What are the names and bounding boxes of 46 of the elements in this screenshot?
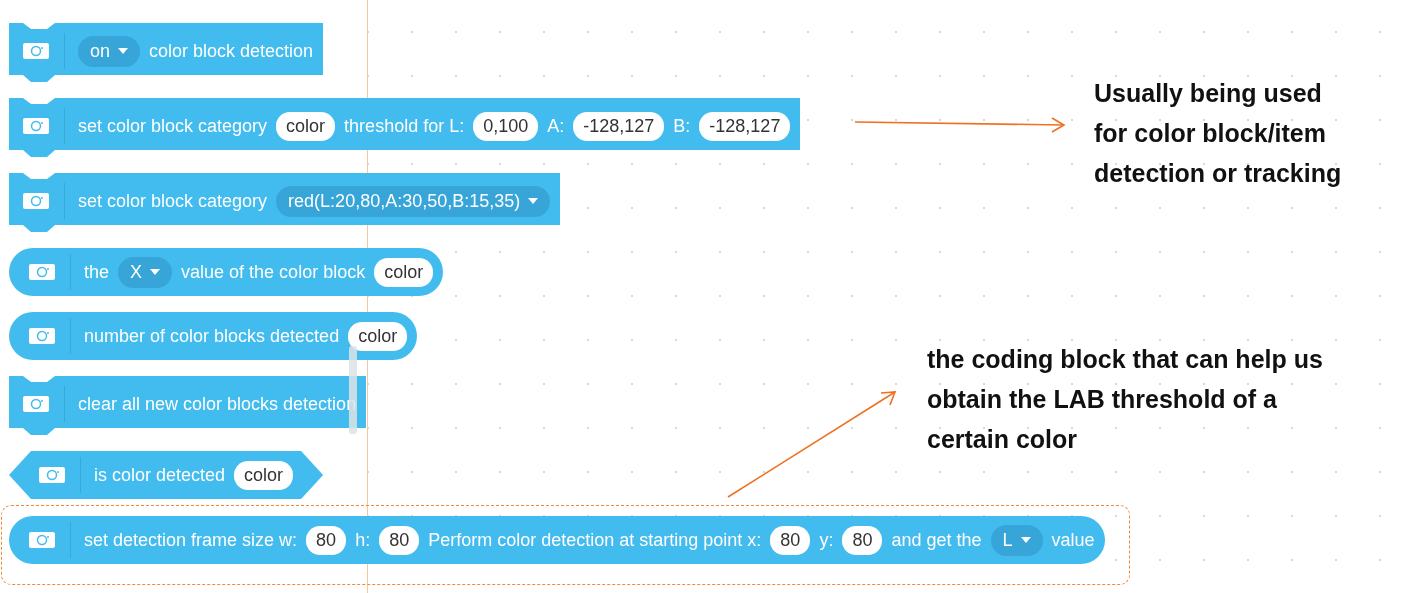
block-label: y:	[819, 529, 834, 551]
block-label: A:	[547, 115, 565, 137]
input-field[interactable]: -128,127	[699, 111, 791, 141]
input-field[interactable]: 0,100	[473, 111, 539, 141]
block-label: h:	[355, 529, 371, 551]
block-label: color block detection	[149, 40, 314, 62]
block-label: is color detected	[94, 464, 226, 486]
annotation-text: the coding block that can help us obtain the LAB threshold of a certain color	[927, 344, 1324, 455]
caret-icon	[118, 48, 129, 54]
block-label: Perform color detection at starting point x:	[428, 529, 762, 551]
input-field[interactable]: 80	[842, 525, 883, 555]
block-label: value	[1051, 529, 1095, 551]
block-label: number of color blocks detected	[84, 325, 340, 347]
input-field[interactable]: color	[374, 257, 434, 287]
block-label: and get the	[891, 529, 982, 551]
code-block[interactable]: set detection frame size w: 80 h: 80 Perform color detection at starting point x: 80 y: 80 and get the L value	[9, 516, 1105, 564]
input-field[interactable]: color	[276, 111, 336, 141]
caret-icon	[150, 269, 161, 275]
code-block[interactable]: is color detected color	[9, 451, 324, 499]
caret-icon	[528, 198, 539, 204]
caret-icon	[1020, 537, 1031, 543]
camera-icon	[23, 193, 49, 209]
input-field[interactable]: 80	[770, 525, 811, 555]
camera-icon	[29, 532, 55, 548]
block-label: set color block category	[78, 190, 268, 212]
input-field[interactable]: color	[348, 321, 408, 351]
block-label: threshold for L:	[344, 115, 465, 137]
block-label: set detection frame size w:	[84, 529, 298, 551]
input-field[interactable]: 80	[306, 525, 347, 555]
camera-icon	[23, 396, 49, 412]
camera-icon	[23, 118, 49, 134]
camera-icon	[39, 467, 65, 483]
annotation-text: Usually being used for color block/item detection or tracking	[1094, 78, 1343, 189]
camera-icon	[29, 328, 55, 344]
block-label: B:	[673, 115, 691, 137]
camera-icon	[23, 43, 49, 59]
code-block[interactable]: number of color blocks detected color	[9, 312, 418, 360]
input-field[interactable]: color	[234, 460, 294, 490]
input-field[interactable]: -128,127	[573, 111, 665, 141]
camera-icon	[29, 264, 55, 280]
input-field[interactable]: 80	[379, 525, 420, 555]
block-label: value of the color block	[181, 261, 366, 283]
block-label: the	[84, 261, 110, 283]
code-block[interactable]: the X value of the color block color	[9, 248, 444, 296]
block-label: set color block category	[78, 115, 268, 137]
code-block[interactable]: set color block category color threshold for L: 0,100 A: -128,127 B: -128,127	[9, 98, 801, 157]
